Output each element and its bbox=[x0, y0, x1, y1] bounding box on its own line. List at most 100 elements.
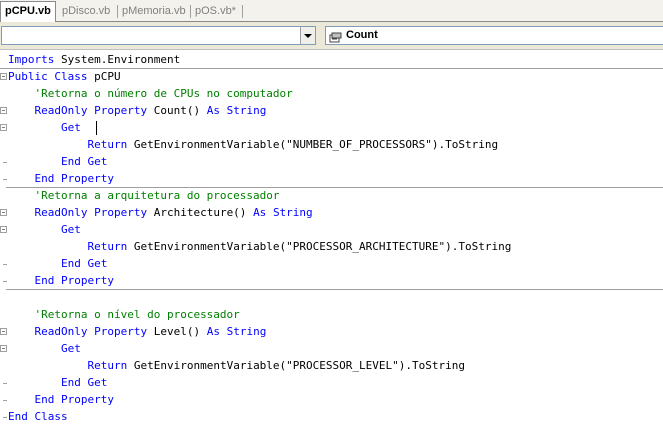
code-line-text: End Property bbox=[8, 170, 114, 187]
code-comment: 'Retorna o número de CPUs no computador bbox=[34, 87, 293, 100]
code-line[interactable]: End Class bbox=[0, 408, 663, 425]
code-keyword: Return bbox=[87, 240, 128, 253]
tab-pos[interactable]: pOS.vb* bbox=[191, 2, 243, 21]
code-keyword: Return bbox=[87, 138, 128, 151]
code-line[interactable]: Imports System.Environment bbox=[0, 51, 663, 68]
code-keyword: Class bbox=[54, 70, 88, 83]
code-line-text: Get bbox=[8, 119, 81, 136]
procedure-separator bbox=[6, 289, 663, 290]
tab-pmemoria[interactable]: pMemoria.vb bbox=[118, 2, 191, 21]
method-name-combo[interactable]: Count bbox=[325, 26, 663, 45]
outline-end-marker bbox=[3, 162, 7, 163]
code-line[interactable]: Return GetEnvironmentVariable("PROCESSOR… bbox=[0, 238, 663, 255]
code-keyword: Property bbox=[61, 274, 114, 287]
code-line-text: Return GetEnvironmentVariable("PROCESSOR… bbox=[8, 238, 511, 255]
code-line[interactable]: End Get bbox=[0, 153, 663, 170]
code-comment: 'Retorna a arquitetura do processador bbox=[34, 189, 280, 202]
code-line[interactable]: End Property bbox=[0, 272, 663, 289]
code-keyword: ReadOnly bbox=[34, 104, 88, 117]
code-line-text: ReadOnly Property Count() As String bbox=[8, 102, 267, 119]
code-line[interactable]: ReadOnly Property Level() As String bbox=[0, 323, 663, 340]
class-combo-dropdown-button[interactable] bbox=[300, 27, 315, 44]
code-text: Count() bbox=[147, 104, 207, 117]
tab-pcpu[interactable]: pCPU.vb bbox=[0, 1, 56, 22]
code-keyword: String bbox=[272, 206, 313, 219]
procedure-separator bbox=[0, 68, 663, 69]
code-line[interactable] bbox=[0, 289, 663, 306]
code-keyword: End bbox=[60, 155, 81, 168]
collapse-toggle-icon[interactable] bbox=[0, 107, 7, 114]
code-line[interactable]: Return GetEnvironmentVariable("NUMBER_OF… bbox=[0, 136, 663, 153]
code-keyword: End bbox=[34, 274, 55, 287]
document-tab-strip: pCPU.vb pDisco.vb pMemoria.vb pOS.vb* bbox=[0, 0, 663, 22]
code-text: Level() bbox=[147, 325, 207, 338]
code-line[interactable]: End Get bbox=[0, 255, 663, 272]
code-line[interactable]: ReadOnly Property Count() As String bbox=[0, 102, 663, 119]
code-line[interactable]: Return GetEnvironmentVariable("PROCESSOR… bbox=[0, 357, 663, 374]
collapse-toggle-icon[interactable] bbox=[0, 328, 7, 335]
code-keyword: String bbox=[226, 104, 267, 117]
code-line[interactable]: Get bbox=[0, 221, 663, 238]
code-keyword: As bbox=[206, 325, 220, 338]
code-line[interactable]: 'Retorna a arquitetura do processador bbox=[0, 187, 663, 204]
code-keyword: Get bbox=[87, 376, 108, 389]
code-line-text: End Get bbox=[8, 153, 107, 170]
code-line-text: ReadOnly Property Level() As String bbox=[8, 323, 267, 340]
code-keyword: Property bbox=[94, 104, 148, 117]
code-keyword: Get bbox=[60, 121, 81, 134]
collapse-toggle-icon[interactable] bbox=[0, 124, 7, 131]
code-line-text: End Get bbox=[8, 374, 107, 391]
code-keyword: As bbox=[253, 206, 267, 219]
collapse-toggle-icon[interactable] bbox=[0, 345, 7, 352]
text-caret bbox=[96, 121, 97, 135]
code-line[interactable]: Public Class pCPU bbox=[0, 68, 663, 85]
code-navigation-bar: Count bbox=[0, 22, 663, 50]
code-line[interactable]: 'Retorna o nível do processador bbox=[0, 306, 663, 323]
property-icon bbox=[329, 30, 342, 43]
code-editor[interactable]: Imports System.Environment Public Class p… bbox=[0, 50, 663, 434]
collapse-toggle-icon[interactable] bbox=[0, 73, 7, 80]
code-line-text: Get bbox=[8, 340, 81, 357]
code-line[interactable]: Get bbox=[0, 119, 663, 136]
class-name-combo[interactable] bbox=[1, 26, 316, 45]
code-keyword: As bbox=[206, 104, 220, 117]
code-line[interactable]: End Get bbox=[0, 374, 663, 391]
member-combo-value: Count bbox=[346, 29, 378, 41]
procedure-separator bbox=[6, 187, 663, 188]
code-comment: 'Retorna o nível do processador bbox=[34, 308, 240, 321]
code-keyword: End bbox=[34, 393, 55, 406]
code-line[interactable]: ReadOnly Property Architecture() As Stri… bbox=[0, 204, 663, 221]
code-keyword: Property bbox=[94, 206, 148, 219]
code-line[interactable]: End Property bbox=[0, 391, 663, 408]
outline-end-marker bbox=[3, 264, 7, 265]
code-line[interactable]: End Property bbox=[0, 170, 663, 187]
code-line-text: End Property bbox=[8, 391, 114, 408]
code-keyword: Return bbox=[87, 359, 128, 372]
code-line-text: Imports System.Environment bbox=[8, 51, 180, 68]
code-line[interactable]: 'Retorna o número de CPUs no computador bbox=[0, 85, 663, 102]
code-text: GetEnvironmentVariable("NUMBER_OF_PROCES… bbox=[127, 138, 499, 151]
code-text: Architecture() bbox=[147, 206, 254, 219]
collapse-toggle-icon[interactable] bbox=[0, 226, 7, 233]
code-line-text: Return GetEnvironmentVariable("NUMBER_OF… bbox=[8, 136, 498, 153]
tab-pdisco[interactable]: pDisco.vb bbox=[58, 2, 118, 21]
code-keyword: Property bbox=[94, 325, 148, 338]
code-line-text: ReadOnly Property Architecture() As Stri… bbox=[8, 204, 313, 221]
code-line[interactable]: Get bbox=[0, 340, 663, 357]
code-keyword: Get bbox=[60, 342, 81, 355]
collapse-toggle-icon[interactable] bbox=[0, 209, 7, 216]
